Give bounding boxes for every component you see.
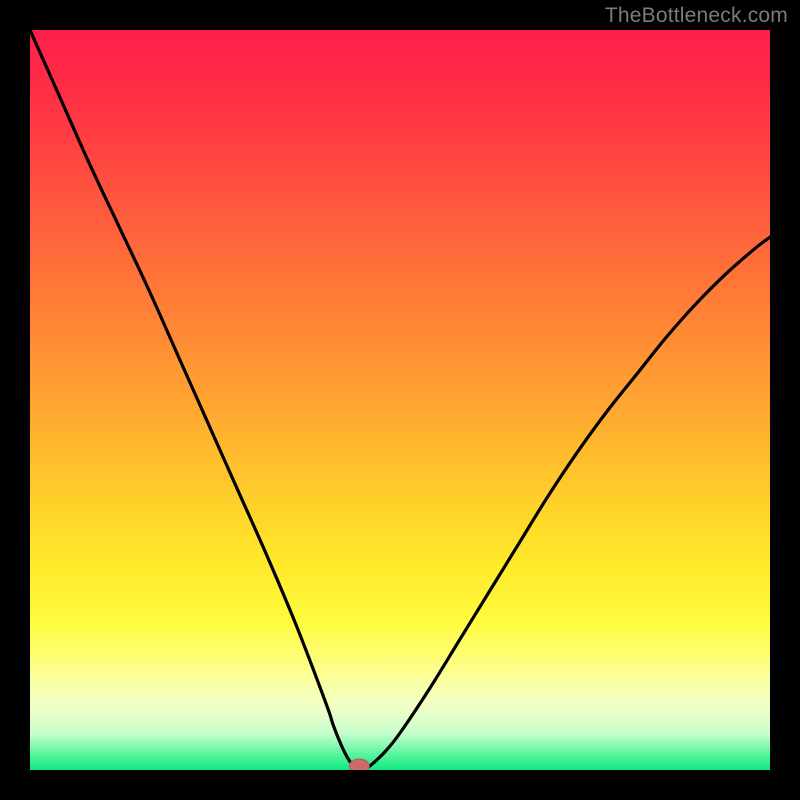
curve-left-branch [30,30,363,770]
curve-right-branch [363,237,770,770]
chart-frame: TheBottleneck.com [0,0,800,800]
curve-layer [30,30,770,770]
bottleneck-marker [349,759,369,770]
plot-area [30,30,770,770]
watermark-text: TheBottleneck.com [605,4,788,28]
